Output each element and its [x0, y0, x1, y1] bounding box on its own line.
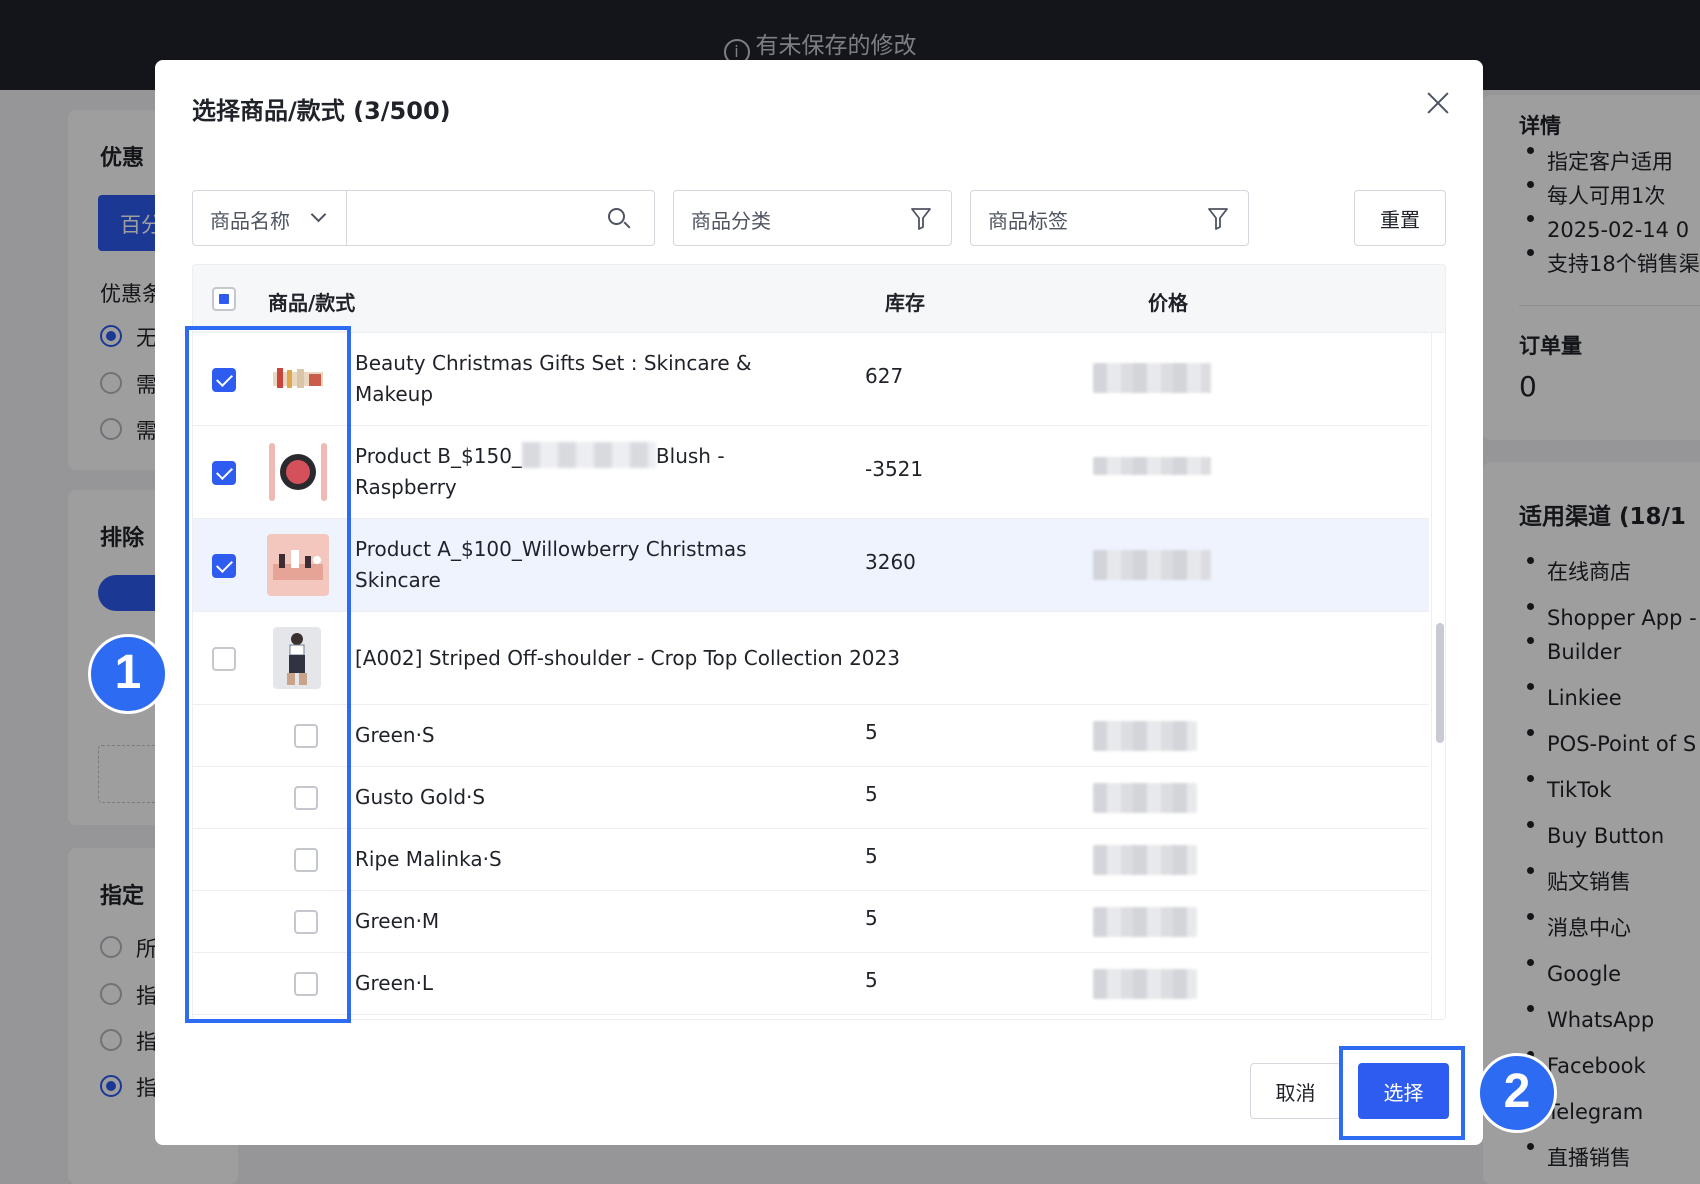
close-icon[interactable]: [1423, 88, 1453, 118]
table-header: 商品/款式 库存 价格: [193, 265, 1445, 333]
row-name: [A002] Striped Off-shoulder - Crop Top C…: [355, 646, 900, 670]
variant-stock: 5: [865, 906, 878, 930]
variant-price-redacted: [1093, 721, 1197, 751]
category-filter[interactable]: 商品分类: [673, 190, 952, 246]
select-products-modal: 选择商品/款式 (3/500) 商品名称 商品分类 商品标签 重置 商品/款式 …: [155, 60, 1483, 1145]
header-product: 商品/款式: [268, 291, 356, 315]
variant-row[interactable]: Green·L 5: [193, 953, 1429, 1015]
variant-stock: 5: [865, 782, 878, 806]
table-row[interactable]: Beauty Christmas Gifts Set : Skincare & …: [193, 333, 1429, 426]
variant-row[interactable]: Green·S 5: [193, 705, 1429, 767]
filter-icon: [911, 208, 931, 230]
variant-name: Green·L: [355, 971, 434, 995]
variant-name: Green·S: [355, 723, 435, 747]
cancel-button[interactable]: 取消: [1250, 1063, 1341, 1119]
search-type-select[interactable]: 商品名称: [192, 190, 347, 246]
row-stock: -3521: [865, 457, 924, 481]
variant-name: Ripe Malinka·S: [355, 847, 502, 871]
variant-price-redacted: [1093, 783, 1197, 813]
step-badge-2: 2: [1477, 1053, 1557, 1133]
row-price-redacted: [1093, 457, 1211, 475]
variant-row[interactable]: Ripe Malinka·S 5: [193, 829, 1429, 891]
variant-price-redacted: [1093, 845, 1197, 875]
row-stock: 3260: [865, 550, 916, 574]
modal-title: 选择商品/款式 (3/500): [192, 97, 451, 125]
variant-name: Gusto Gold·S: [355, 785, 486, 809]
header-price: 价格: [1148, 291, 1188, 315]
variant-row[interactable]: Green·M 5: [193, 891, 1429, 953]
reset-button[interactable]: 重置: [1354, 190, 1446, 246]
scrollbar-thumb[interactable]: [1436, 623, 1444, 743]
search-type-label: 商品名称: [210, 209, 290, 233]
row-price-redacted: [1093, 363, 1211, 393]
product-table: 商品/款式 库存 价格 Beauty Christmas Gifts Set:…: [192, 264, 1446, 1020]
checkbox-column-highlight: [185, 326, 351, 1023]
row-name-start: Product B_$150_: [355, 444, 522, 468]
table-row[interactable]: Product B_$150_ Blush - Raspberry -3521: [193, 426, 1429, 519]
search-field: [346, 190, 655, 246]
header-stock: 库存: [885, 291, 925, 315]
row-price-redacted: [1093, 550, 1211, 580]
chevron-down-icon: [310, 206, 327, 223]
variant-row[interactable]: Gusto Gold·S 5: [193, 767, 1429, 829]
table-scrollbar[interactable]: [1431, 333, 1445, 1019]
select-button-highlight: [1339, 1046, 1465, 1140]
variant-name: Green·M: [355, 909, 440, 933]
tag-filter[interactable]: 商品标签: [970, 190, 1249, 246]
search-icon[interactable]: [608, 208, 625, 225]
search-input[interactable]: [357, 201, 597, 235]
category-filter-label: 商品分类: [691, 209, 771, 233]
table-row[interactable]: [A002] Striped Off-shoulder - Crop Top C…: [193, 612, 1429, 705]
variant-stock: 5: [865, 844, 878, 868]
variant-stock: 5: [865, 968, 878, 992]
table-row[interactable]: Product A_$100_Willowberry Christmas Ski…: [193, 519, 1429, 612]
filter-icon: [1208, 208, 1228, 230]
row-name: Beauty Christmas Gifts Set : Skincare & …: [355, 351, 752, 406]
row-name: Product B_$150_ Blush - Raspberry: [355, 441, 825, 503]
row-name-redacted: [521, 442, 656, 468]
row-stock: 627: [865, 364, 904, 388]
variant-price-redacted: [1093, 969, 1197, 999]
variant-stock: 5: [865, 720, 878, 744]
select-all-checkbox[interactable]: [212, 287, 236, 311]
row-name: Product A_$100_Willowberry Christmas Ski…: [355, 537, 747, 592]
variant-price-redacted: [1093, 907, 1197, 937]
step-badge-1: 1: [88, 634, 168, 714]
tag-filter-label: 商品标签: [988, 209, 1068, 233]
